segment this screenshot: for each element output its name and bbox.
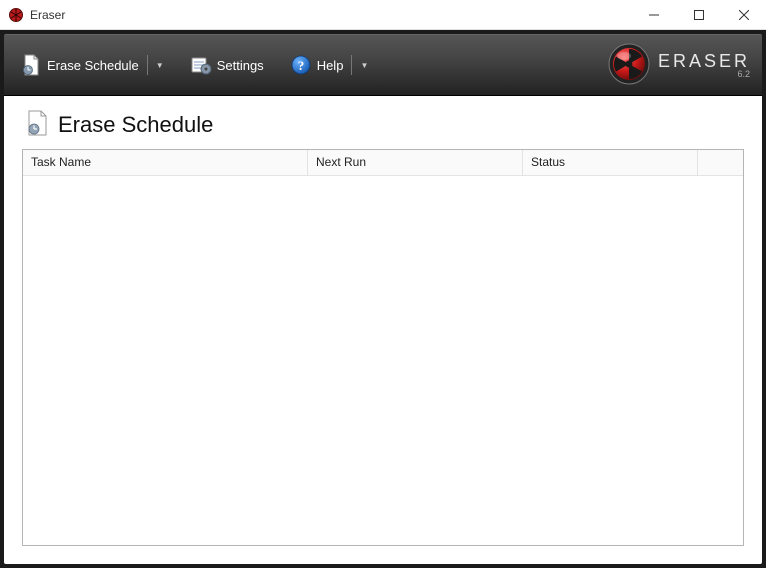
table-body[interactable] bbox=[23, 176, 743, 545]
table-header: Task Name Next Run Status bbox=[23, 150, 743, 176]
window-title: Eraser bbox=[30, 8, 65, 22]
erase-schedule-icon bbox=[20, 54, 42, 76]
brand-name: ERASER bbox=[658, 52, 750, 70]
settings-icon bbox=[190, 54, 212, 76]
column-task-name[interactable]: Task Name bbox=[23, 150, 308, 175]
brand: ERASER 6.2 bbox=[608, 43, 750, 88]
schedule-table: Task Name Next Run Status bbox=[22, 149, 744, 546]
erase-schedule-button[interactable]: Erase Schedule ▼ bbox=[16, 48, 168, 82]
app-icon bbox=[8, 7, 24, 23]
column-status[interactable]: Status bbox=[523, 150, 698, 175]
page-title: Erase Schedule bbox=[58, 112, 213, 138]
svg-text:?: ? bbox=[297, 58, 304, 73]
window-controls bbox=[631, 0, 766, 29]
app-body: Erase Schedule ▼ bbox=[0, 30, 766, 568]
minimize-button[interactable] bbox=[631, 0, 676, 29]
dropdown-icon[interactable]: ▼ bbox=[156, 61, 164, 70]
help-label: Help bbox=[317, 58, 344, 73]
close-button[interactable] bbox=[721, 0, 766, 29]
dropdown-icon[interactable]: ▼ bbox=[360, 61, 368, 70]
maximize-button[interactable] bbox=[676, 0, 721, 29]
column-next-run[interactable]: Next Run bbox=[308, 150, 523, 175]
content-area: Erase Schedule Task Name Next Run Status bbox=[4, 96, 762, 564]
column-spacer bbox=[698, 150, 743, 175]
brand-logo-icon bbox=[608, 43, 650, 88]
page-header: Erase Schedule bbox=[22, 110, 744, 139]
toolbar: Erase Schedule ▼ bbox=[4, 34, 762, 96]
titlebar: Eraser bbox=[0, 0, 766, 30]
help-button[interactable]: ? Help ▼ bbox=[286, 48, 373, 82]
settings-label: Settings bbox=[217, 58, 264, 73]
brand-version: 6.2 bbox=[658, 70, 750, 79]
page-title-icon bbox=[26, 110, 48, 139]
settings-button[interactable]: Settings bbox=[186, 48, 268, 82]
erase-schedule-label: Erase Schedule bbox=[47, 58, 139, 73]
help-icon: ? bbox=[290, 54, 312, 76]
